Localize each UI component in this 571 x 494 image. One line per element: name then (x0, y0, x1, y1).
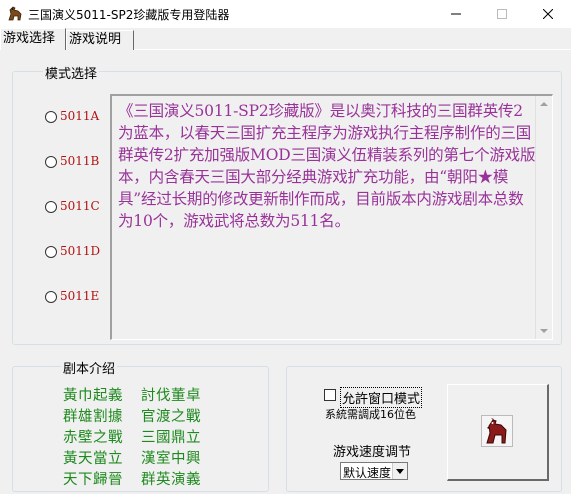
window-mode-checkbox[interactable] (324, 389, 336, 401)
script-item: 群雄割據 (63, 409, 123, 425)
tab-game-select[interactable]: 游戏选择 (0, 28, 66, 50)
radio-label: 5011E (60, 289, 100, 303)
minimize-button[interactable] (433, 0, 479, 28)
description-textbox[interactable]: 《三国演义5011-SP2珍藏版》是以奥汀科技的三国群英传2为蓝本，以春天三国扩… (110, 94, 553, 340)
speed-value: 默认速度 (343, 466, 392, 480)
mode-select-group: 模式选择 5011A 5011B 5011C 5011D 5011E 《三国演义… (12, 63, 562, 345)
radio-button[interactable] (45, 111, 57, 123)
script-item: 赤壁之戰 (63, 430, 123, 446)
description-scrollbar[interactable] (535, 96, 552, 339)
color-note: 系統需調成16位色 (325, 408, 416, 421)
scroll-up-icon[interactable] (540, 102, 548, 106)
speed-select[interactable]: 默认速度 (340, 462, 408, 480)
script-item: 三國鼎立 (141, 430, 201, 446)
chevron-down-icon (396, 469, 404, 474)
radio-label: 5011B (60, 154, 100, 168)
horse-icon (8, 6, 22, 21)
launch-game-button[interactable] (447, 384, 549, 481)
radio-button[interactable] (45, 201, 57, 213)
script-intro-group: 剧本介绍 黃巾起義 討伐董卓 群雄割據 官渡之戰 赤壁之戰 三國鼎立 黃天當立 … (12, 358, 269, 492)
maximize-button[interactable] (479, 0, 525, 28)
script-item: 群英演義 (141, 472, 201, 488)
options-group: 允許窗口模式 系統需調成16位色 游戏速度调节 默认速度 (286, 366, 562, 492)
script-item: 官渡之戰 (141, 409, 201, 425)
horse-icon (481, 415, 513, 447)
description-text: 《三国演义5011-SP2珍藏版》是以奥汀科技的三国群英传2为蓝本，以春天三国扩… (118, 102, 536, 230)
mode-select-title: 模式选择 (43, 63, 100, 82)
dropdown-button[interactable] (392, 463, 407, 479)
radio-label: 5011D (60, 244, 101, 258)
script-item: 討伐董卓 (141, 388, 201, 404)
tab-bar: 游戏选择 游戏说明 (0, 28, 571, 50)
radio-button[interactable] (45, 246, 57, 258)
title-bar: 三国演义5011-SP2珍藏版专用登陆器 (0, 0, 571, 28)
radio-label: 5011C (60, 199, 100, 213)
script-intro-title: 剧本介绍 (61, 358, 118, 377)
minimize-icon (451, 13, 461, 15)
radio-button[interactable] (45, 291, 57, 303)
window-title: 三国演义5011-SP2珍藏版专用登陆器 (28, 8, 230, 22)
window-mode-label[interactable]: 允許窗口模式 (340, 387, 423, 408)
close-button[interactable] (525, 0, 571, 28)
radio-button[interactable] (45, 156, 57, 168)
radio-label: 5011A (60, 109, 100, 123)
script-item: 黃巾起義 (63, 388, 123, 404)
close-icon (543, 9, 553, 19)
scroll-down-icon[interactable] (540, 329, 548, 333)
tab-divider (134, 49, 571, 50)
tab-game-info[interactable]: 游戏说明 (66, 30, 134, 50)
maximize-icon (497, 9, 507, 19)
script-item: 黃天當立 (63, 451, 123, 467)
script-item: 漢室中興 (141, 451, 201, 467)
script-item: 天下歸晉 (63, 472, 123, 488)
speed-label: 游戏速度调节 (333, 445, 412, 460)
